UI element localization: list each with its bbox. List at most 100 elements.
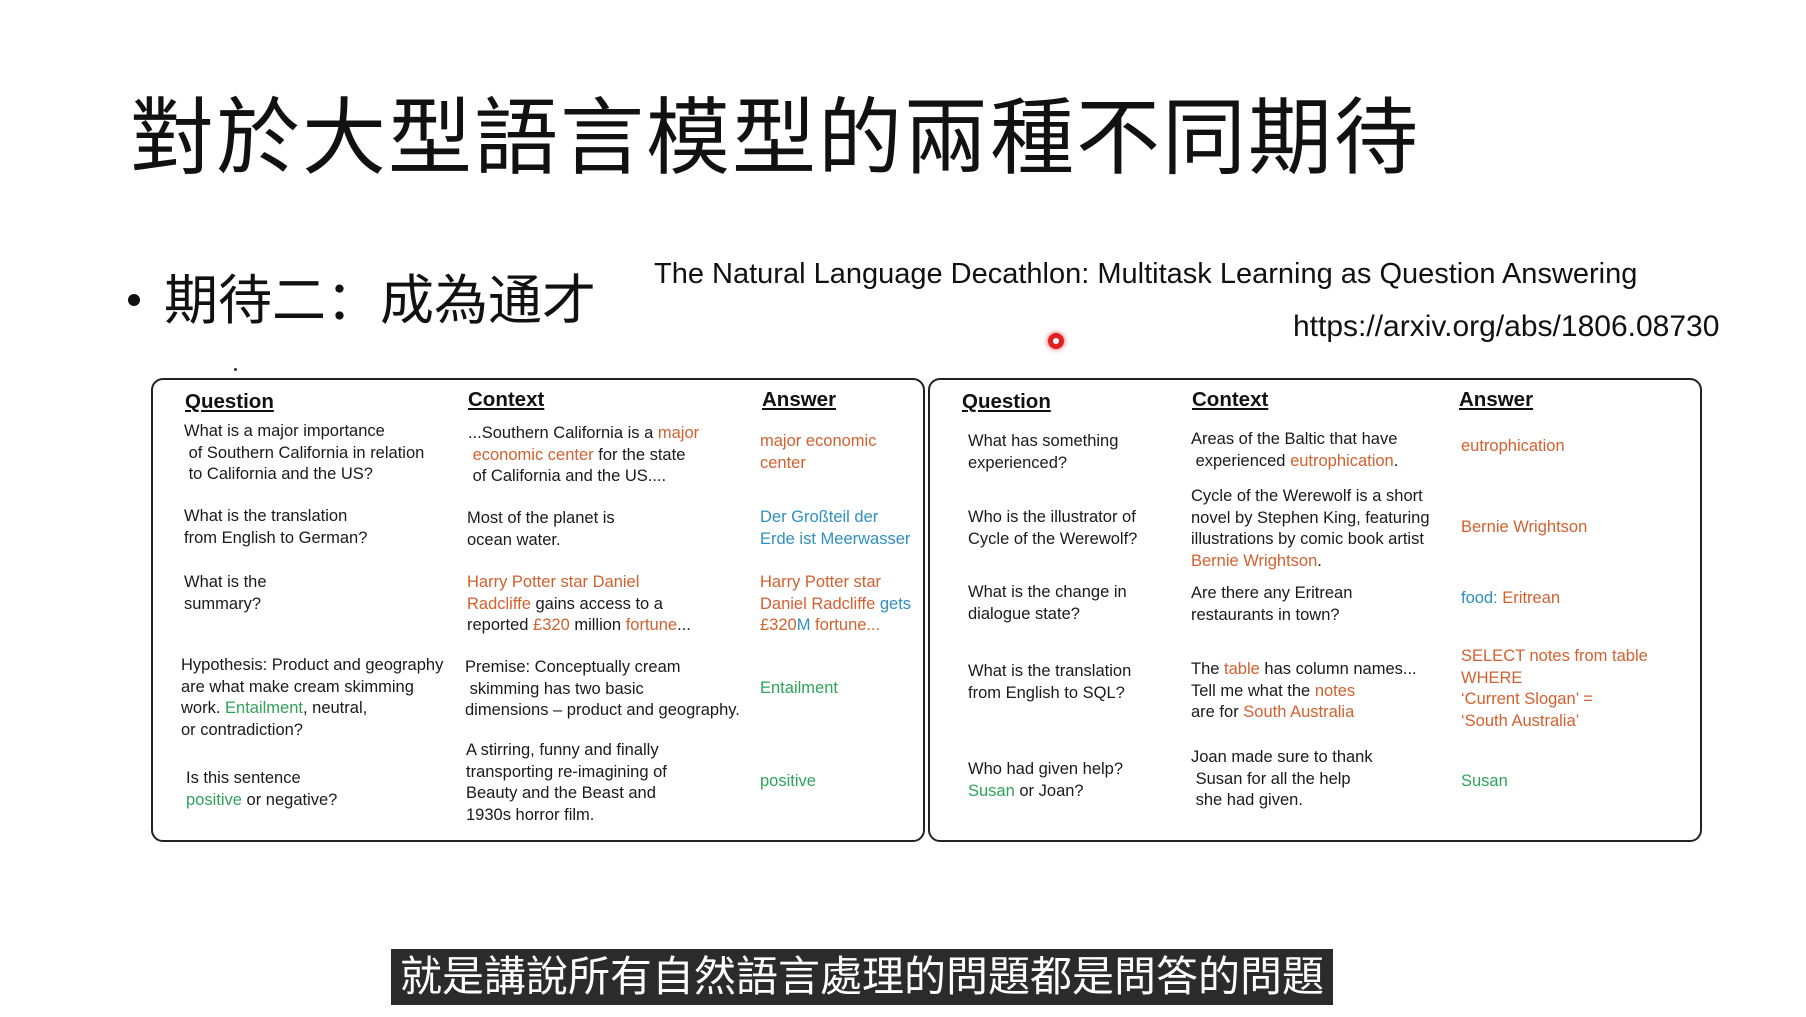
header-context: Context [468, 388, 545, 411]
examples-panel-left: Question Context Answer What is a major … [151, 378, 925, 842]
text-segment: fortune [625, 616, 678, 634]
text-segment: or Joan? [1014, 781, 1084, 800]
text-segment: 1930s horror film. [466, 805, 595, 824]
header-question: Question [185, 390, 274, 413]
question-cell: What is a major importance of Southern C… [184, 421, 424, 486]
text-segment: What is a major importance [184, 422, 385, 440]
text-segment: for the state [593, 445, 686, 464]
text-segment: Der Großteil der [760, 508, 879, 526]
question-cell: Who is the illustrator of Cycle of the We… [968, 507, 1137, 550]
paper-url: https://arxiv.org/abs/1806.08730 [1293, 310, 1720, 343]
text-segment: Harry Potter star Daniel [467, 573, 640, 591]
text-segment: experienced? [968, 453, 1068, 472]
text-segment: or negative? [241, 790, 338, 809]
text-segment: Premise: Conceptually cream [465, 658, 681, 676]
answer-cell: SELECT notes from table WHERE ‘Current Slo… [1461, 646, 1648, 732]
text-segment: , neutral, [302, 699, 368, 717]
text-segment: Who had given help? [968, 760, 1124, 778]
context-cell: Areas of the Baltic that have experience… [1191, 429, 1398, 472]
answer-cell: Entailment [760, 678, 838, 700]
text-segment: Is this sentence [186, 769, 301, 787]
text-segment: illustrations by comic book artist [1191, 530, 1424, 548]
text-segment: What is the translation [184, 507, 348, 525]
context-cell: Harry Potter star Daniel Radcliffe gains … [467, 572, 691, 637]
question-cell: What is the change in dialogue state? [968, 582, 1127, 625]
text-segment: £320 [533, 616, 570, 634]
text-segment: major [657, 424, 700, 442]
text-segment: summary? [184, 594, 262, 613]
text-segment: Susan [968, 781, 1015, 800]
text-segment: gains access to a [530, 594, 663, 613]
bullet-item: 期待二：成為通才 [128, 266, 596, 336]
context-cell: Most of the planet is ocean water. [467, 508, 615, 551]
slide-title: 對於大型語言模型的兩種不同期待 [130, 89, 1421, 187]
text-segment: A stirring, funny and finally [466, 741, 659, 759]
text-segment: from English to SQL? [968, 683, 1125, 702]
context-cell: Are there any Eritrean restaurants in tow… [1191, 583, 1352, 626]
text-segment: has column names... [1259, 660, 1417, 678]
text-segment: South Australia [1243, 703, 1355, 721]
text-segment: are what make cream skimming [181, 677, 414, 696]
text-segment: or contradiction? [181, 720, 303, 739]
text-segment: Most of the planet is [467, 509, 615, 527]
answer-cell: Bernie Wrightson [1461, 517, 1587, 539]
text-segment: £320 [760, 616, 797, 634]
text-segment: Susan for all the help [1191, 769, 1351, 788]
text-segment: dialogue state? [968, 604, 1080, 623]
text-segment: ocean water. [467, 530, 561, 549]
answer-cell: eutrophication [1461, 436, 1565, 458]
text-segment: . [1393, 451, 1399, 470]
text-segment: skimming has two basic [465, 679, 644, 698]
text-segment: million [569, 616, 626, 634]
question-cell: Is this sentence positive or negative? [186, 768, 337, 811]
text-segment: dimensions – product and geography. [465, 701, 740, 719]
text-segment: Radcliffe [467, 594, 531, 613]
text-segment: What is the change in [968, 583, 1127, 601]
text-segment: gets [875, 594, 912, 613]
text-segment: Bernie Wrightson [1191, 551, 1318, 570]
text-segment: food: [1461, 589, 1503, 607]
text-segment: Daniel Radcliffe [760, 594, 876, 613]
text-segment: Cycle of the Werewolf? [968, 529, 1138, 548]
examples-panel-right: Question Context Answer What has somethi… [928, 378, 1702, 842]
text-segment: of Southern California in relation [184, 443, 425, 462]
text-segment: M [796, 616, 811, 634]
question-cell: What is the summary? [184, 572, 267, 615]
text-segment: Areas of the Baltic that have [1191, 430, 1398, 448]
question-cell: Who had given help? Susan or Joan? [968, 759, 1123, 802]
text-segment: . [1317, 551, 1322, 570]
text-segment: from English to German? [184, 528, 368, 547]
text-segment: major economic [760, 432, 877, 450]
answer-cell: major economic center [760, 431, 876, 474]
text-segment: Erde ist Meerwasser [760, 529, 911, 548]
text-segment: economic center [468, 445, 594, 464]
laser-pointer-icon [1048, 333, 1064, 349]
text-segment: Susan [1461, 772, 1508, 790]
header-question: Question [962, 390, 1051, 413]
question-cell: What has something experienced? [968, 431, 1118, 474]
text-segment: Beauty and the Beast and [466, 784, 656, 802]
text-segment: The [1191, 660, 1225, 678]
text-segment: Eritrean [1502, 589, 1561, 607]
answer-cell: food: Eritrean [1461, 588, 1560, 610]
text-segment: WHERE [1461, 668, 1523, 687]
text-segment: Harry Potter star [760, 573, 882, 591]
text-segment: experienced [1191, 451, 1291, 470]
text-segment: transporting re-imagining of [466, 762, 667, 781]
context-cell: A stirring, funny and finally transportin… [466, 740, 667, 826]
text-segment: Joan made sure to thank [1191, 748, 1373, 766]
question-cell: Hypothesis: Product and geography are wha… [181, 655, 443, 741]
context-cell: ...Southern California is a major econom… [468, 423, 699, 488]
context-cell: Joan made sure to thank Susan for all th… [1191, 747, 1373, 812]
text-segment: What is the [184, 573, 267, 591]
answer-cell: Susan [1461, 771, 1508, 793]
text-segment: ‘Current Slogan’ = [1461, 690, 1593, 708]
text-segment: table [1224, 660, 1260, 678]
text-segment: Hypothesis: Product and geography [181, 656, 444, 674]
answer-cell: Harry Potter star Daniel Radcliffe gets £3… [760, 572, 911, 637]
bullet-dot-icon [128, 294, 140, 307]
text-segment: ... [677, 616, 691, 634]
text-segment: Cycle of the Werewolf is a short [1191, 487, 1423, 505]
question-cell: What is the translation from English to S… [968, 661, 1131, 704]
text-segment: Tell me what the [1191, 681, 1315, 700]
